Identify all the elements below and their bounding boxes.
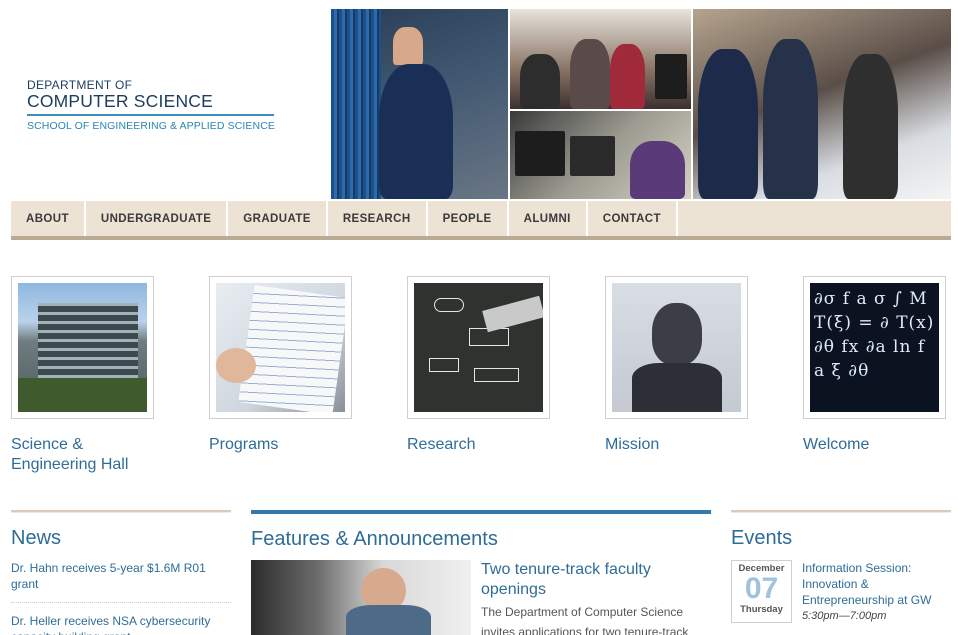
header-photo-whiteboard — [693, 9, 951, 199]
statue-image[interactable] — [612, 283, 741, 412]
event-title[interactable]: Information Session: Innovation & Entrep… — [802, 560, 952, 608]
tile-label[interactable]: Mission — [605, 435, 765, 455]
features-heading: Features & Announcements — [251, 528, 498, 550]
tile-research[interactable]: Research — [407, 276, 567, 455]
tile-label[interactable]: Science & Engineering Hall — [11, 435, 171, 475]
nav-alumni[interactable]: ALUMNI — [509, 201, 588, 236]
news-item[interactable]: Dr. Hahn receives 5-year $1.6M R01 grant — [11, 560, 231, 603]
equations-image[interactable]: ∂σ f a σ ∫ MT(ξ) = ∂ T(x) ∂θ fx ∂a ln f … — [810, 283, 939, 412]
news-heading: News — [11, 527, 62, 549]
nav-undergraduate[interactable]: UNDERGRADUATE — [86, 201, 229, 236]
header-photo-server-room — [331, 9, 508, 199]
tile-frame[interactable] — [209, 276, 352, 419]
events-heading: Events — [731, 527, 793, 549]
photo-person — [520, 54, 560, 109]
events-topbar — [731, 510, 951, 513]
flowchart-box — [434, 298, 464, 312]
flowchart-image[interactable] — [414, 283, 543, 412]
news-item[interactable]: Dr. Heller receives NSA cybersecurity ca… — [11, 613, 231, 635]
tile-welcome[interactable]: ∂σ f a σ ∫ MT(ξ) = ∂ T(x) ∂θ fx ∂a ln f … — [803, 276, 958, 455]
tile-label[interactable]: Welcome — [803, 435, 958, 455]
events-section: Events December 07 Thursday Information … — [731, 510, 951, 623]
paper-sheet — [238, 284, 345, 412]
building-trees — [18, 378, 147, 412]
feature-image[interactable] — [251, 560, 471, 635]
building-image[interactable] — [18, 283, 147, 412]
photo-person-shirt — [379, 64, 453, 199]
event-weekday: Thursday — [740, 604, 783, 615]
news-section: News Dr. Hahn receives 5-year $1.6M R01 … — [11, 510, 231, 635]
photo-person — [393, 27, 423, 65]
feature-person-shirt — [346, 605, 431, 635]
photo-cables — [331, 9, 381, 199]
photo-monitor — [515, 131, 565, 176]
event-time: 5:30pm—7:00pm — [802, 610, 887, 622]
event-day: 07 — [744, 572, 779, 605]
header-photo-monitors — [510, 111, 691, 199]
photo-person — [698, 49, 758, 199]
nav-about[interactable]: ABOUT — [11, 201, 86, 236]
features-topbar — [251, 510, 711, 514]
photo-person — [843, 54, 898, 199]
tile-mission[interactable]: Mission — [605, 276, 765, 455]
statue-head — [652, 303, 702, 365]
header-photo-students-group — [510, 9, 691, 109]
tile-science-hall[interactable]: Science & Engineering Hall — [11, 276, 171, 475]
nav-contact[interactable]: CONTACT — [588, 201, 678, 236]
photo-person — [570, 39, 610, 109]
department-logo[interactable]: DEPARTMENT OF COMPUTER SCIENCE SCHOOL OF… — [27, 79, 277, 132]
photo-person — [610, 44, 645, 109]
photo-monitor — [570, 136, 615, 176]
tile-label[interactable]: Research — [407, 435, 567, 455]
feature-title[interactable]: Two tenure-track faculty openings — [481, 560, 711, 600]
event-date-box: December 07 Thursday — [731, 560, 792, 623]
tile-frame[interactable] — [605, 276, 748, 419]
nav-research[interactable]: RESEARCH — [328, 201, 428, 236]
logo-school-line: SCHOOL OF ENGINEERING & APPLIED SCIENCE — [27, 120, 275, 132]
news-topbar — [11, 510, 231, 513]
logo-rule — [27, 114, 274, 116]
feature-description: The Department of Computer Science invit… — [481, 605, 689, 635]
tile-frame[interactable]: ∂σ f a σ ∫ MT(ξ) = ∂ T(x) ∂θ fx ∂a ln f … — [803, 276, 946, 419]
nav-graduate[interactable]: GRADUATE — [228, 201, 328, 236]
photo-person — [630, 141, 685, 199]
photo-monitor — [655, 54, 687, 99]
flowchart-box — [429, 358, 459, 372]
main-nav: ABOUT UNDERGRADUATE GRADUATE RESEARCH PE… — [11, 201, 951, 240]
logo-name-line: COMPUTER SCIENCE — [27, 91, 213, 111]
photo-person — [763, 39, 818, 199]
site-header: DEPARTMENT OF COMPUTER SCIENCE SCHOOL OF… — [0, 0, 958, 200]
paper-hand — [216, 348, 256, 383]
features-section: Features & Announcements Two tenure-trac… — [251, 510, 711, 635]
flowchart-arm — [482, 295, 543, 333]
tile-frame[interactable] — [11, 276, 154, 419]
equation-glyphs: ∂σ f a σ ∫ MT(ξ) = ∂ T(x) ∂θ fx ∂a ln f … — [814, 289, 935, 381]
nav-people[interactable]: PEOPLE — [428, 201, 509, 236]
tile-frame[interactable] — [407, 276, 550, 419]
tile-programs[interactable]: Programs — [209, 276, 369, 455]
flowchart-box — [474, 368, 519, 382]
paper-image[interactable] — [216, 283, 345, 412]
tile-label[interactable]: Programs — [209, 435, 369, 455]
statue-body — [632, 363, 722, 412]
